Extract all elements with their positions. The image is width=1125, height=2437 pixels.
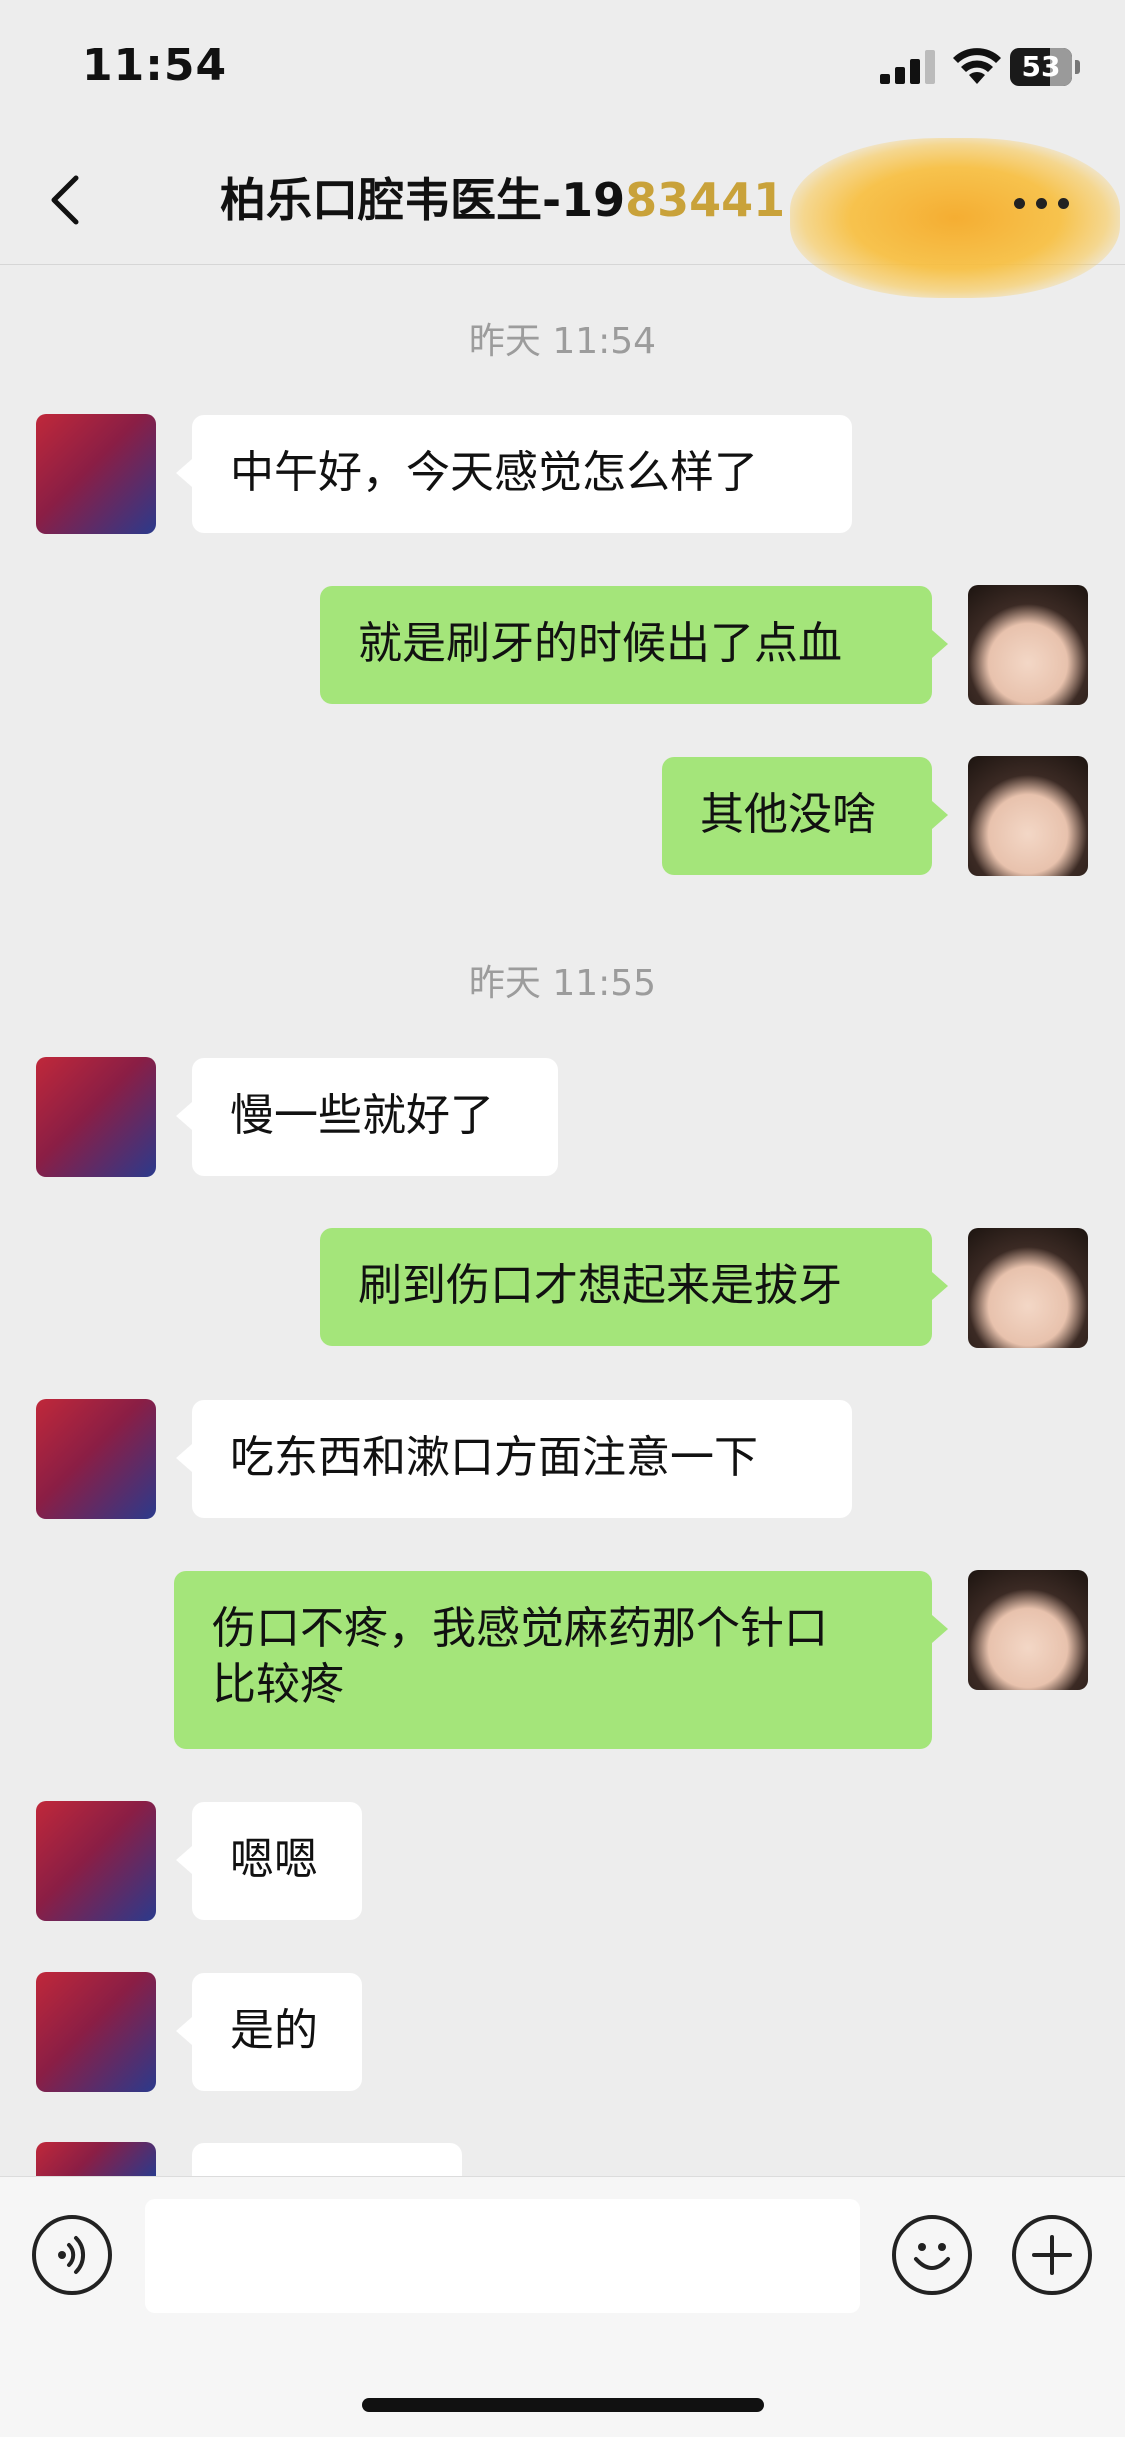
back-icon[interactable] — [46, 170, 86, 230]
wifi-icon — [953, 48, 1001, 84]
doctor-avatar[interactable] — [36, 1972, 156, 2092]
message-bubble[interactable]: 伤口不疼，我感觉麻药那个针口 比较疼 — [174, 1571, 948, 1749]
message-bubble[interactable]: 是的 — [176, 1973, 362, 2091]
doctor-avatar[interactable] — [36, 414, 156, 534]
doctor-avatar[interactable] — [36, 1057, 156, 1177]
signal-icon — [880, 50, 935, 84]
user-avatar[interactable] — [968, 585, 1088, 705]
voice-icon[interactable] — [32, 2215, 112, 2295]
message-bubble[interactable]: 吃东西和漱口方面注意一下 — [176, 1400, 852, 1518]
doctor-avatar[interactable] — [36, 1801, 156, 1921]
battery-level: 53 — [1021, 50, 1061, 83]
timestamp: 昨天 11:54 — [468, 321, 657, 362]
emoji-icon[interactable] — [892, 2215, 972, 2295]
message-bubble[interactable]: 就是刷牙的时候出了点血 — [320, 586, 948, 704]
doctor-avatar[interactable] — [36, 2142, 156, 2176]
timestamp: 昨天 11:55 — [468, 963, 657, 1004]
battery-icon: 53 — [1010, 48, 1080, 86]
user-avatar[interactable] — [968, 756, 1088, 876]
chat-title-suffix: 83441 — [625, 173, 786, 227]
message-bubble[interactable]: 其他没啥 — [662, 757, 948, 875]
user-avatar[interactable] — [968, 1570, 1088, 1690]
message-bubble[interactable]: 刷到伤口才想起来是拔牙 — [320, 1228, 948, 1346]
chat-header: 柏乐口腔韦医生-1983441 — [0, 138, 1125, 298]
message-bubble[interactable]: 中午好，今天感觉怎么样了 — [176, 415, 852, 533]
message-bubble-partial — [192, 2143, 462, 2176]
more-icon[interactable] — [1014, 194, 1074, 214]
status-bar: 11:54 53 — [0, 0, 1125, 140]
plus-icon[interactable] — [1012, 2215, 1092, 2295]
message-bubble[interactable]: 嗯嗯 — [176, 1802, 362, 1920]
doctor-avatar[interactable] — [36, 1399, 156, 1519]
status-time: 11:54 — [82, 40, 228, 91]
chat-title: 柏乐口腔韦医生-1983441 — [220, 138, 1120, 298]
home-indicator[interactable] — [362, 2398, 764, 2412]
user-avatar[interactable] — [968, 1228, 1088, 1348]
message-bubble[interactable]: 慢一些就好了 — [176, 1058, 558, 1176]
redaction-blur — [790, 138, 1120, 298]
chat-title-text: 柏乐口腔韦医生-19 — [220, 173, 626, 227]
message-input[interactable] — [145, 2199, 860, 2313]
